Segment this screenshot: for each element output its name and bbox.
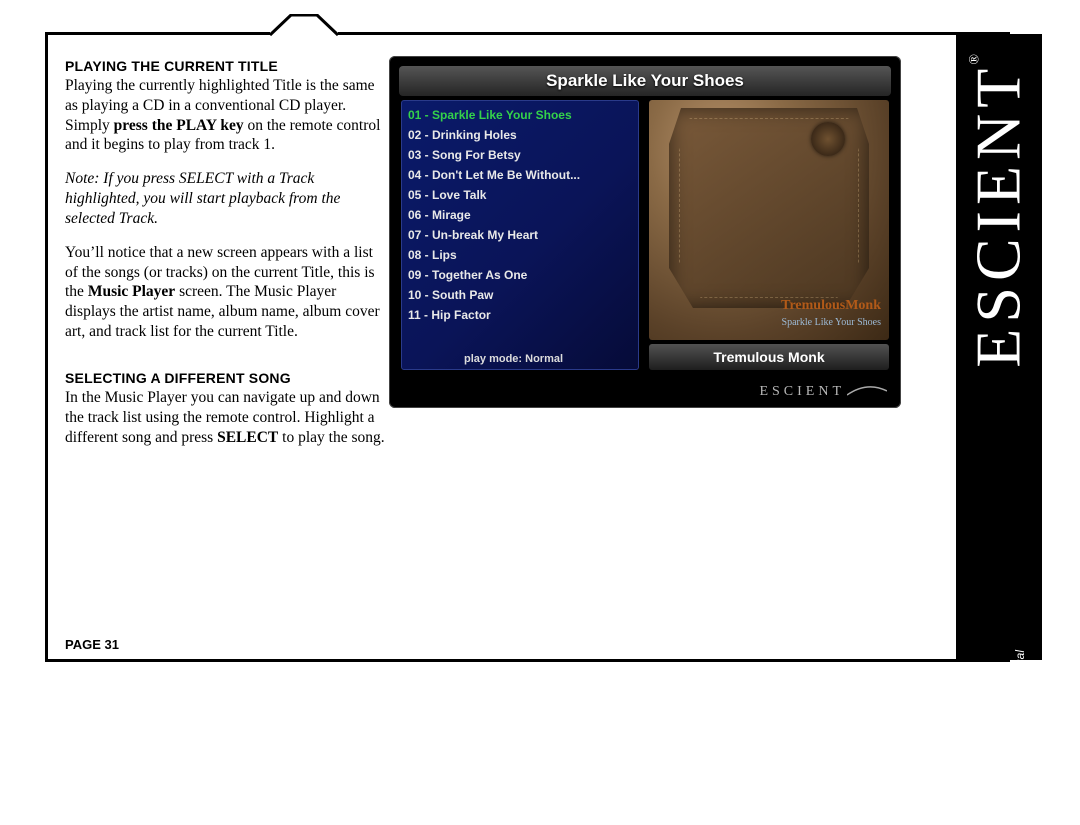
- text-bold: SELECT: [217, 429, 278, 446]
- product-bold: FireBall™ SE-D1: [1013, 730, 1027, 825]
- album-cover: TremulousMonk Sparkle Like Your Shoes: [649, 100, 889, 340]
- border-notch: [270, 14, 338, 50]
- track-row: 03 - Song For Betsy: [408, 145, 632, 165]
- registered-mark: ®: [968, 48, 983, 65]
- album-title-bar: Sparkle Like Your Shoes: [399, 66, 891, 96]
- manual-page: PLAYING THE CURRENT TITLE Playing the cu…: [0, 0, 1080, 698]
- product-light: User’s Manual: [1013, 650, 1027, 730]
- note-paragraph: Note: If you press SELECT with a Track h…: [65, 169, 385, 228]
- escient-footer-logo: ESCIENT: [759, 384, 845, 400]
- text-bold: Music Player: [88, 283, 175, 300]
- play-mode: play mode: Normal: [464, 353, 563, 365]
- track-row: 09 - Together As One: [408, 265, 632, 285]
- swoosh-icon: [847, 385, 887, 397]
- text: to play the song.: [278, 429, 384, 446]
- cover-button-icon: [811, 122, 845, 156]
- brand-sidebar: ESCIENT® FireBall™ SE-D1 User’s Manual: [956, 34, 1042, 660]
- track-row: 08 - Lips: [408, 245, 632, 265]
- page-number: PAGE 31: [65, 637, 119, 652]
- music-player-screenshot: Sparkle Like Your Shoes 01 - Sparkle Lik…: [389, 56, 901, 408]
- track-row: 11 - Hip Factor: [408, 305, 632, 325]
- product-name: FireBall™ SE-D1 User’s Manual: [1013, 650, 1027, 825]
- text-bold: press the PLAY key: [114, 117, 244, 134]
- track-row: 04 - Don't Let Me Be Without...: [408, 165, 632, 185]
- artist-name-bar: Tremulous Monk: [649, 344, 889, 370]
- track-row: 05 - Love Talk: [408, 185, 632, 205]
- track-row: 02 - Drinking Holes: [408, 125, 632, 145]
- track-row: 10 - South Paw: [408, 285, 632, 305]
- track-list: 01 - Sparkle Like Your Shoes 02 - Drinki…: [401, 100, 639, 370]
- track-row: 06 - Mirage: [408, 205, 632, 225]
- track-row: 07 - Un-break My Heart: [408, 225, 632, 245]
- paragraph: Playing the currently highlighted Title …: [65, 76, 385, 155]
- cover-album-caption: Sparkle Like Your Shoes: [782, 317, 881, 328]
- escient-logo: ESCIENT®: [962, 46, 1036, 368]
- paragraph: In the Music Player you can navigate up …: [65, 388, 385, 447]
- track-row-selected: 01 - Sparkle Like Your Shoes: [408, 105, 632, 125]
- logo-text: ESCIENT: [963, 63, 1034, 368]
- paragraph: You’ll notice that a new screen appears …: [65, 243, 385, 342]
- cover-artist-caption: TremulousMonk: [781, 298, 881, 314]
